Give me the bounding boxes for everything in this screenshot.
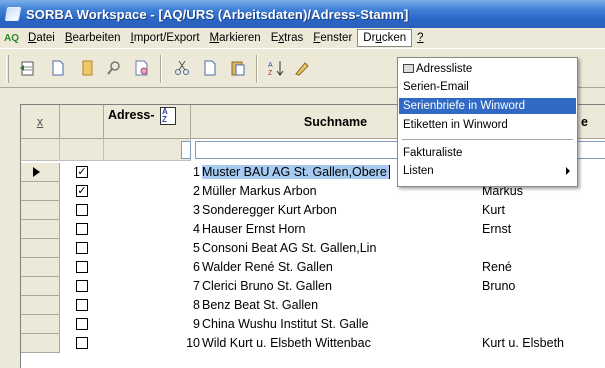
app-icon <box>4 7 22 21</box>
menu-markieren[interactable]: Markieren <box>205 30 266 46</box>
filter-row-nr <box>104 139 191 161</box>
svg-text:A: A <box>268 62 273 69</box>
table-row[interactable]: 7 Clerici Bruno St. Gallen Bruno <box>21 277 605 296</box>
menu-item-serien-email[interactable]: Serien-Email <box>399 79 576 95</box>
row-checkbox[interactable] <box>76 242 88 254</box>
row-selector[interactable] <box>21 334 60 353</box>
menu-item-serienbriefe[interactable]: Serienbriefe in Winword <box>399 98 576 114</box>
suchname-cell[interactable]: Consoni Beat AG St. Gallen,Lin <box>202 241 482 255</box>
adress-nr-cell: 3 <box>193 203 200 217</box>
row-selector[interactable] <box>21 277 60 296</box>
menu-extras[interactable]: Extras <box>266 30 309 46</box>
adress-nr-cell: 4 <box>193 222 200 236</box>
suchname-cell[interactable]: Sonderegger Kurt Arbon <box>202 203 482 217</box>
title-bar: SORBA Workspace - [AQ/URS (Arbeitsdaten)… <box>0 0 605 28</box>
edit-icon[interactable] <box>292 58 312 78</box>
preview-icon[interactable] <box>132 58 152 78</box>
adress-nr-header[interactable]: Adress- AZ <box>104 105 191 139</box>
sort-az-icon[interactable]: AZ <box>266 58 286 78</box>
row-checkbox[interactable]: ✓ <box>76 185 88 197</box>
toolbar-separator <box>256 55 258 83</box>
row-selector[interactable] <box>21 201 60 220</box>
adress-nr-cell: 7 <box>193 279 200 293</box>
suchname-cell[interactable]: Wild Kurt u. Elsbeth Wittenbac <box>202 336 482 350</box>
svg-text:Z: Z <box>268 70 273 77</box>
table-row[interactable]: 9 China Wushu Institut St. Galle <box>21 315 605 334</box>
menu-help[interactable]: ? <box>412 30 428 46</box>
row-checkbox[interactable]: ✓ <box>76 166 88 178</box>
adress-nr-cell: 8 <box>193 298 200 312</box>
current-row-pointer-icon <box>33 167 40 177</box>
row-selector[interactable] <box>21 258 60 277</box>
sort-ascending-icon[interactable]: AZ <box>160 107 176 125</box>
submenu-arrow-icon <box>566 167 570 175</box>
vorname-cell: Bruno <box>482 279 516 293</box>
menu-item-fakturaliste[interactable]: Fakturaliste <box>399 145 576 161</box>
aq-logo-icon[interactable]: AQ <box>4 33 19 44</box>
adress-nr-cell: 1 <box>193 165 200 179</box>
row-selector[interactable] <box>21 315 60 334</box>
row-selector[interactable] <box>21 296 60 315</box>
paste-icon[interactable] <box>228 58 248 78</box>
row-checkbox[interactable] <box>76 337 88 349</box>
row-checkbox[interactable] <box>76 204 88 216</box>
window-title: SORBA Workspace - [AQ/URS (Arbeitsdaten)… <box>26 6 409 22</box>
toolbar-separator <box>160 55 162 83</box>
table-row[interactable]: 8 Benz Beat St. Gallen <box>21 296 605 315</box>
table-row[interactable]: 5 Consoni Beat AG St. Gallen,Lin <box>21 239 605 258</box>
table-row[interactable]: 4 Hauser Ernst Horn Ernst <box>21 220 605 239</box>
cut-icon[interactable] <box>172 58 192 78</box>
row-selector[interactable] <box>21 239 60 258</box>
filter-row-check <box>60 139 104 161</box>
filter-row-selector <box>21 139 60 161</box>
menu-datei[interactable]: Datei <box>23 30 60 46</box>
row-checkbox[interactable] <box>76 223 88 235</box>
table-row[interactable]: 3 Sonderegger Kurt Arbon Kurt <box>21 201 605 220</box>
menu-bearbeiten[interactable]: Bearbeiten <box>60 30 126 46</box>
menu-import-export[interactable]: Import/Export <box>126 30 205 46</box>
adress-nr-cell: 6 <box>193 260 200 274</box>
copy-icon[interactable] <box>200 58 220 78</box>
document-icon[interactable] <box>48 58 68 78</box>
table-row[interactable]: 10 Wild Kurt u. Elsbeth Wittenbac Kurt u. … <box>21 334 605 353</box>
row-selector[interactable] <box>21 220 60 239</box>
row-checkbox[interactable] <box>76 318 88 330</box>
printer-icon <box>403 64 414 73</box>
vorname-cell: Kurt <box>482 203 505 217</box>
suchname-cell[interactable]: Hauser Ernst Horn <box>202 222 482 236</box>
folder-icon[interactable] <box>78 58 98 78</box>
new-record-icon[interactable] <box>18 58 38 78</box>
suchname-cell[interactable]: Clerici Bruno St. Gallen <box>202 279 482 293</box>
table-row[interactable]: 6 Walder René St. Gallen René <box>21 258 605 277</box>
checkbox-column-header[interactable] <box>60 105 104 139</box>
suchname-cell[interactable]: Walder René St. Gallen <box>202 260 482 274</box>
adress-nr-cell: 5 <box>193 241 200 255</box>
row-selector[interactable] <box>21 163 60 182</box>
select-all-header[interactable]: x <box>21 105 60 139</box>
suchname-cell[interactable]: Benz Beat St. Gallen <box>202 298 482 312</box>
drucken-menu: Adressliste Serien-Email Serienbriefe in… <box>397 57 578 187</box>
menu-item-listen[interactable]: Listen <box>399 163 576 179</box>
menu-separator <box>402 139 573 140</box>
vorname-cell: Kurt u. Elsbeth <box>482 336 564 350</box>
row-checkbox[interactable] <box>76 261 88 273</box>
toolbar-grip[interactable] <box>6 55 9 83</box>
menu-bar: AQ Datei Bearbeiten Import/Export Markie… <box>0 28 605 48</box>
adress-nr-cell: 2 <box>193 184 200 198</box>
find-icon[interactable] <box>104 58 124 78</box>
suchname-cell[interactable]: China Wushu Institut St. Galle <box>202 317 482 331</box>
menu-fenster[interactable]: Fenster <box>308 30 357 46</box>
row-checkbox[interactable] <box>76 280 88 292</box>
vorname-cell: René <box>482 260 512 274</box>
menu-item-adressliste[interactable]: Adressliste <box>399 61 576 77</box>
menu-drucken[interactable]: Drucken <box>357 29 413 47</box>
vorname-cell: Ernst <box>482 222 512 236</box>
row-checkbox[interactable] <box>76 299 88 311</box>
adress-nr-cell: 9 <box>193 317 200 331</box>
adress-nr-cell: 10 <box>186 336 200 350</box>
filter-nr-input[interactable] <box>181 141 191 159</box>
menu-item-etiketten[interactable]: Etiketten in Winword <box>399 117 576 133</box>
row-selector[interactable] <box>21 182 60 201</box>
